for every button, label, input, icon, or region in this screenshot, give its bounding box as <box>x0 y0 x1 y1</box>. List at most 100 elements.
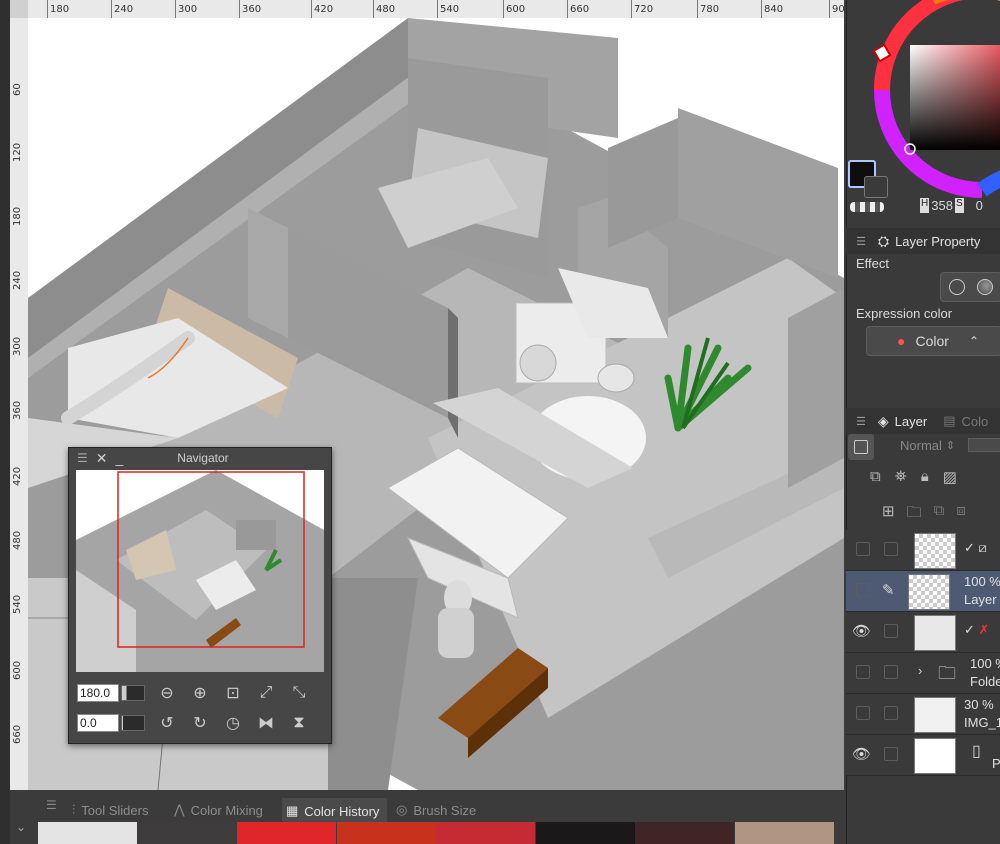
close-icon[interactable]: ✕ <box>96 450 108 467</box>
collapse-chevron-icon[interactable]: ⌄ <box>16 820 26 834</box>
tab-layer[interactable]: Layer <box>895 414 928 429</box>
border-effect-icon[interactable] <box>949 279 965 295</box>
color-history-swatch[interactable] <box>336 822 436 844</box>
layer-color-toggle[interactable] <box>848 434 874 460</box>
paper-icon: ▯ <box>972 743 981 760</box>
layer-row-folder[interactable]: › 🗀︎ 100 % Folde <box>846 653 1000 694</box>
rotation-slider[interactable] <box>121 715 145 731</box>
sub-color-swatch[interactable] <box>864 176 888 198</box>
reference-icon[interactable]: ⛯ <box>895 468 907 486</box>
layer-row-selected[interactable]: ✎ 100 % Layer <box>846 571 1000 612</box>
clip-icon[interactable]: ⧉ <box>870 468 881 486</box>
ruler-tick: 600 <box>502 0 526 18</box>
s-label: S <box>954 198 964 213</box>
zoom-in-icon[interactable]: ⊕ <box>189 682 211 704</box>
layer-property-header[interactable]: ☰ ⛭ Layer Property <box>846 228 1000 254</box>
lock-toggle[interactable] <box>884 665 898 679</box>
zoom-out-icon[interactable]: ⊖ <box>156 682 178 704</box>
new-folder-icon[interactable]: 🗀︎ <box>907 502 922 527</box>
layer-thumbnail <box>914 697 956 733</box>
rotation-field[interactable]: 0.0 <box>77 714 119 732</box>
layer-row[interactable]: 👁︎ ✓ ✗ <box>846 612 1000 653</box>
minimize-icon[interactable]: _ <box>116 450 124 466</box>
s-value: 0 <box>975 198 983 213</box>
lock-toggle[interactable] <box>884 542 898 556</box>
merge-icon[interactable]: ⧈ <box>956 502 966 527</box>
lock-icon[interactable]: 🔒︎ <box>921 468 929 486</box>
lock-toggle[interactable] <box>884 624 898 638</box>
lock-toggle[interactable] <box>884 747 898 761</box>
panel-menu-icon[interactable]: ☰ <box>856 235 866 248</box>
ruler-tick: 300 <box>174 0 198 18</box>
layer-tools-row-1[interactable]: ⧉ ⛯ 🔒︎ ▨ <box>870 468 957 486</box>
color-history-swatch[interactable] <box>137 822 237 844</box>
layer-row-paper[interactable]: 👁︎ ▯ P <box>846 735 1000 776</box>
tab-label: Color History <box>304 803 380 819</box>
layer-property-title: Layer Property <box>895 233 981 249</box>
fill-window-icon[interactable]: ⤡ <box>288 682 310 704</box>
color-history-swatch[interactable] <box>237 822 336 844</box>
layer-opacity: 100 % <box>970 656 1000 671</box>
panel-menu-icon[interactable]: ☰ <box>856 415 866 428</box>
ruler-tick: 480 <box>372 0 396 18</box>
tab-color-history[interactable]: ▦ Color History <box>282 798 388 824</box>
eye-icon[interactable]: 👁︎ <box>852 745 871 763</box>
color-history-swatch[interactable] <box>436 822 535 844</box>
transparent-color-icon[interactable] <box>850 202 884 212</box>
color-wheel-panel[interactable] <box>862 0 1000 200</box>
chevron-updown-icon: ⌃ <box>968 334 979 348</box>
color-history-swatch[interactable] <box>734 822 834 844</box>
navigator-rotate-row[interactable]: 0.0 ↺ ↻ ◷ ⧓ ⧗ <box>77 710 310 736</box>
menu-icon[interactable]: ☰ <box>77 451 88 465</box>
layer-tools-row-2[interactable]: ⊞ 🗀︎ ⧉ ⧈ <box>882 502 966 527</box>
navigator-header[interactable]: ☰ ✕ _ Navigator <box>69 448 331 468</box>
reset-rotation-icon[interactable]: ◷ <box>222 712 244 734</box>
rotate-left-icon[interactable]: ↺ <box>156 712 178 734</box>
navigator-panel[interactable]: ☰ ✕ _ Navigator 180.0 ⊖ ⊕ ⊡ ⤢ ⤡ 0.0 ↺ ↻ <box>68 447 332 744</box>
color-history-swatch[interactable] <box>535 822 635 844</box>
ruler-tick: 120 <box>12 142 23 162</box>
chevron-right-icon[interactable]: › <box>918 663 922 678</box>
navigator-zoom-row[interactable]: 180.0 ⊖ ⊕ ⊡ ⤢ ⤡ <box>77 680 310 706</box>
rotate-right-icon[interactable]: ↻ <box>189 712 211 734</box>
lock-transparent-icon[interactable]: ▨ <box>943 468 957 486</box>
ruler-corner <box>10 0 28 18</box>
expression-color-select[interactable]: ● Color ⌃ <box>866 326 1000 356</box>
tab-tool-sliders[interactable]: ⫶ Tool Sliders <box>72 798 148 822</box>
blend-mode-select[interactable]: Normal ⇕ <box>900 438 955 453</box>
visibility-toggle[interactable] <box>856 583 870 597</box>
zoom-slider[interactable] <box>121 685 145 701</box>
visibility-toggle[interactable] <box>856 706 870 720</box>
color-history-swatch[interactable] <box>635 822 734 844</box>
ruler-tick: 420 <box>310 0 334 18</box>
ruler-tick: 240 <box>110 0 134 18</box>
layer-row[interactable]: 30 % IMG_1 <box>846 694 1000 735</box>
layer-panel-header[interactable]: ☰ ◈ Layer ▤ Colo <box>846 408 1000 434</box>
lock-toggle[interactable] <box>884 706 898 720</box>
layer-row[interactable]: ✓ ⧄ <box>846 530 1000 571</box>
eye-icon[interactable]: 👁︎ <box>852 622 871 640</box>
tab-brush-size[interactable]: ◎ Brush Size <box>396 798 476 822</box>
color-history-swatch[interactable] <box>38 822 137 844</box>
opacity-slider[interactable] <box>968 438 1000 452</box>
color-wheel[interactable] <box>862 0 1000 200</box>
flip-horizontal-icon[interactable]: ⧓ <box>255 712 277 734</box>
history-grid-icon: ▦ <box>286 803 299 818</box>
effect-buttons[interactable] <box>940 272 1000 302</box>
new-layer-icon[interactable]: ⊞ <box>882 502 895 527</box>
visibility-toggle[interactable] <box>856 665 870 679</box>
tab-color-mixing[interactable]: ⋀ Color Mixing <box>174 798 263 822</box>
fit-to-window-icon[interactable]: ⤢ <box>255 682 277 704</box>
left-edge-strip <box>0 0 10 844</box>
flip-vertical-icon[interactable]: ⧗ <box>288 712 310 734</box>
visibility-toggle[interactable] <box>856 542 870 556</box>
tone-effect-icon[interactable] <box>977 279 993 295</box>
zoom-field[interactable]: 180.0 <box>77 684 119 702</box>
transfer-down-icon[interactable]: ⧉ <box>934 502 945 527</box>
palette-menu-icon[interactable]: ☰ <box>46 798 57 812</box>
ruler-tick: 60 <box>12 83 23 96</box>
tab-other[interactable]: Colo <box>961 414 988 429</box>
navigator-preview[interactable] <box>76 470 324 672</box>
layer-thumbnail <box>914 738 956 774</box>
actual-size-icon[interactable]: ⊡ <box>222 682 244 704</box>
